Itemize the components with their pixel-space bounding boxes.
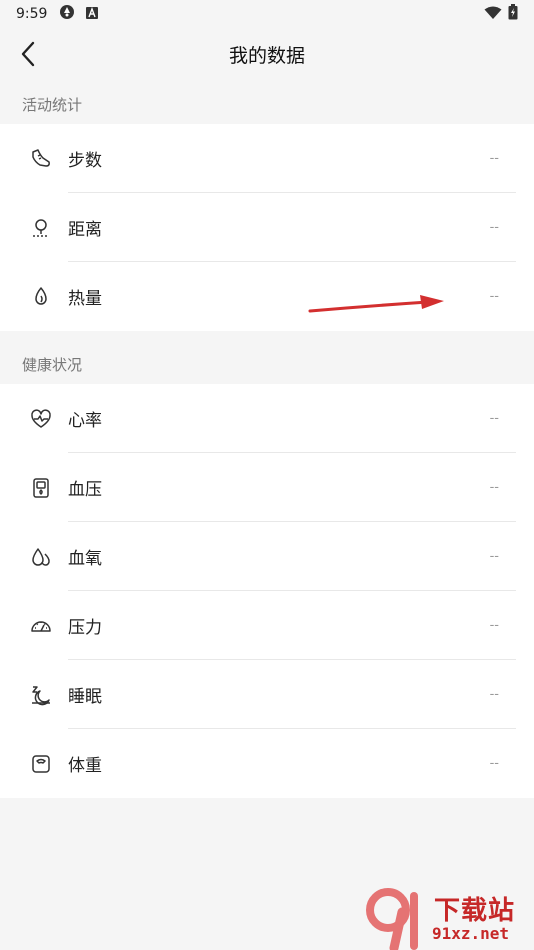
row-sleep[interactable]: 睡眠 -- xyxy=(0,660,534,729)
row-label: 血氧 xyxy=(68,549,102,569)
status-bar: 9:59 xyxy=(0,0,534,28)
row-label: 血压 xyxy=(68,480,102,500)
back-button[interactable] xyxy=(14,40,42,68)
row-label: 睡眠 xyxy=(68,687,102,707)
row-distance[interactable]: 距离 -- xyxy=(0,193,534,262)
row-calories[interactable]: 热量 -- xyxy=(0,262,534,331)
battery-icon xyxy=(508,4,518,24)
row-value: -- xyxy=(489,411,499,426)
page-title: 我的数据 xyxy=(228,44,305,67)
row-label: 压力 xyxy=(68,618,102,638)
row-value: -- xyxy=(489,687,499,702)
row-label: 心率 xyxy=(68,411,102,431)
annotation-arrow-icon xyxy=(308,295,444,313)
heart-rate-icon xyxy=(28,406,54,432)
blood-pressure-icon xyxy=(28,475,54,501)
row-weight[interactable]: 体重 -- xyxy=(0,729,534,798)
row-value: -- xyxy=(489,289,499,304)
location-pin-icon xyxy=(28,215,54,241)
row-blood-pressure[interactable]: 血压 -- xyxy=(0,453,534,522)
shoe-icon xyxy=(28,146,54,172)
watermark: 下载站 91xz.net xyxy=(362,888,534,950)
activity-card: 步数 -- 距离 -- 热量 -- xyxy=(0,124,534,331)
row-value: -- xyxy=(489,220,499,235)
section-title-health: 健康状况 xyxy=(22,356,83,374)
row-heart-rate[interactable]: 心率 -- xyxy=(0,384,534,453)
scale-icon xyxy=(28,751,54,777)
header: 我的数据 xyxy=(0,28,534,80)
row-label: 距离 xyxy=(68,220,102,240)
row-value: -- xyxy=(489,549,499,564)
font-notification-icon xyxy=(85,5,99,24)
sleep-icon xyxy=(28,682,54,708)
app-notification-icon xyxy=(59,4,75,24)
row-value: -- xyxy=(489,756,499,771)
row-value: -- xyxy=(489,480,499,495)
watermark-url: 91xz.net xyxy=(432,924,510,943)
row-label: 步数 xyxy=(68,151,102,171)
gauge-icon xyxy=(28,613,54,639)
row-value: -- xyxy=(489,618,499,633)
flame-icon xyxy=(28,284,54,310)
row-blood-oxygen[interactable]: 血氧 -- xyxy=(0,522,534,591)
health-card: 心率 -- 血压 -- 血氧 -- 压力 -- 睡眠 -- 体重 -- xyxy=(0,384,534,798)
status-time: 9:59 xyxy=(16,6,48,22)
watermark-text: 下载站 xyxy=(434,896,516,926)
wifi-icon xyxy=(484,5,502,24)
section-title-activity: 活动统计 xyxy=(22,96,83,114)
row-stress[interactable]: 压力 -- xyxy=(0,591,534,660)
row-steps[interactable]: 步数 -- xyxy=(0,124,534,193)
row-label: 热量 xyxy=(68,289,102,309)
watermark-logo-icon xyxy=(366,888,418,950)
row-label: 体重 xyxy=(68,756,102,776)
blood-oxygen-icon xyxy=(28,544,54,570)
chevron-left-icon xyxy=(21,41,35,67)
row-value: -- xyxy=(489,151,499,166)
